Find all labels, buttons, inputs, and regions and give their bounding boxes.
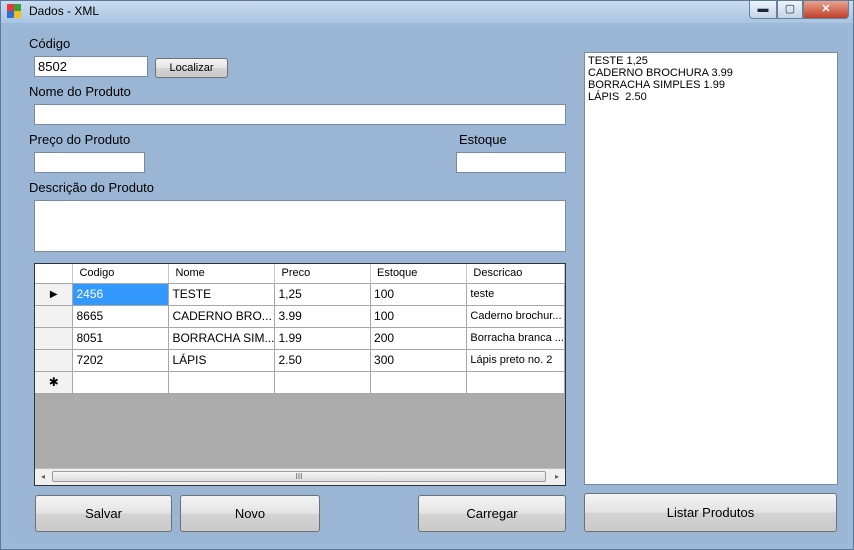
grid-cell-nome[interactable]: TESTE [168, 283, 276, 306]
grid-cell-nome[interactable]: CADERNO BRO... [168, 305, 276, 328]
new-row-asterisk-icon[interactable]: ✱ [35, 371, 74, 394]
list-item[interactable]: LÁPIS 2.50 [588, 91, 834, 103]
grid-table: Codigo Nome Preco Estoque Descricao ▶ 24… [35, 264, 565, 394]
codigo-label: Código [29, 36, 71, 51]
codigo-input[interactable]: 8502 [34, 56, 148, 77]
descricao-input[interactable] [34, 200, 566, 252]
table-row[interactable]: 8665 CADERNO BRO... 3.99 100 Caderno bro… [35, 305, 565, 328]
grid-cell-nome[interactable]: LÁPIS [168, 349, 276, 372]
salvar-button[interactable]: Salvar [35, 495, 172, 532]
nome-label: Nome do Produto [29, 84, 131, 99]
column-header-estoque[interactable]: Estoque [370, 264, 468, 284]
products-listbox[interactable]: TESTE 1,25 CADERNO BROCHURA 3.99 BORRACH… [584, 52, 838, 485]
grid-cell-estoque[interactable] [370, 371, 468, 394]
carregar-button[interactable]: Carregar [418, 495, 566, 532]
estoque-input[interactable] [456, 152, 566, 173]
column-header-nome[interactable]: Nome [168, 264, 276, 284]
grid-cell-descricao[interactable]: Lápis preto no. 2 [466, 349, 565, 372]
grid-cell-codigo[interactable]: 7202 [72, 349, 170, 372]
estoque-label: Estoque [459, 132, 507, 147]
grid-cell-descricao[interactable]: Borracha branca ... [466, 327, 565, 350]
preco-input[interactable] [34, 152, 145, 173]
table-row[interactable]: 8051 BORRACHA SIM... 1.99 200 Borracha b… [35, 327, 565, 350]
products-datagrid[interactable]: Codigo Nome Preco Estoque Descricao ▶ 24… [34, 263, 566, 486]
table-row[interactable]: ▶ 2456 TESTE 1,25 100 teste [35, 283, 565, 306]
descricao-label: Descrição do Produto [29, 180, 155, 195]
grid-cell-estoque[interactable]: 100 [370, 305, 468, 328]
scroll-right-icon[interactable]: ▸ [549, 469, 565, 485]
grid-cell-codigo[interactable]: 2456 [72, 283, 170, 306]
main-window: Dados - XML ▬ ▢ ✕ Código 8502 Localizar … [0, 0, 854, 550]
scroll-thumb[interactable]: III [52, 471, 546, 482]
form-client-area: Código 8502 Localizar Nome do Produto Pr… [9, 28, 848, 543]
column-header-codigo[interactable]: Codigo [72, 264, 170, 284]
window-title: Dados - XML [29, 4, 100, 18]
app-icon [7, 4, 21, 18]
grid-header-row: Codigo Nome Preco Estoque Descricao [35, 264, 565, 284]
maximize-button[interactable]: ▢ [777, 1, 803, 19]
grid-cell-preco[interactable]: 1.99 [274, 327, 372, 350]
novo-button[interactable]: Novo [180, 495, 320, 532]
grid-cell-estoque[interactable]: 300 [370, 349, 468, 372]
new-row[interactable]: ✱ [35, 371, 565, 394]
grid-cell-descricao[interactable]: Caderno brochur... [466, 305, 565, 328]
grid-cell-preco[interactable] [274, 371, 372, 394]
grid-corner-header[interactable] [35, 264, 74, 284]
grid-cell-estoque[interactable]: 200 [370, 327, 468, 350]
grid-cell-nome[interactable] [168, 371, 276, 394]
grid-cell-nome[interactable]: BORRACHA SIM... [168, 327, 276, 350]
list-item[interactable]: TESTE 1,25 [588, 55, 834, 67]
localizar-button[interactable]: Localizar [155, 58, 228, 78]
grid-cell-preco[interactable]: 1,25 [274, 283, 372, 306]
grid-cell-estoque[interactable]: 100 [370, 283, 468, 306]
grid-cell-descricao[interactable] [466, 371, 565, 394]
grid-cell-codigo[interactable]: 8665 [72, 305, 170, 328]
grid-cell-codigo[interactable] [72, 371, 170, 394]
horizontal-scrollbar[interactable]: ◂ III ▸ [35, 468, 565, 485]
nome-input[interactable] [34, 104, 566, 125]
table-row[interactable]: 7202 LÁPIS 2.50 300 Lápis preto no. 2 [35, 349, 565, 372]
title-bar[interactable]: Dados - XML ▬ ▢ ✕ [1, 1, 853, 23]
grid-cell-preco[interactable]: 2.50 [274, 349, 372, 372]
grid-cell-codigo[interactable]: 8051 [72, 327, 170, 350]
row-header[interactable] [35, 305, 74, 328]
list-item[interactable]: BORRACHA SIMPLES 1.99 [588, 79, 834, 91]
preco-label: Preço do Produto [29, 132, 131, 147]
scroll-left-icon[interactable]: ◂ [35, 469, 51, 485]
close-button[interactable]: ✕ [803, 1, 849, 19]
listar-produtos-button[interactable]: Listar Produtos [584, 493, 837, 532]
row-header[interactable] [35, 349, 74, 372]
list-item[interactable]: CADERNO BROCHURA 3.99 [588, 67, 834, 79]
grid-cell-preco[interactable]: 3.99 [274, 305, 372, 328]
column-header-preco[interactable]: Preco [274, 264, 372, 284]
row-header[interactable] [35, 327, 74, 350]
row-header-current[interactable]: ▶ [35, 283, 74, 306]
grid-cell-descricao[interactable]: teste [466, 283, 565, 306]
minimize-button[interactable]: ▬ [749, 1, 777, 19]
column-header-descricao[interactable]: Descricao [466, 264, 565, 284]
